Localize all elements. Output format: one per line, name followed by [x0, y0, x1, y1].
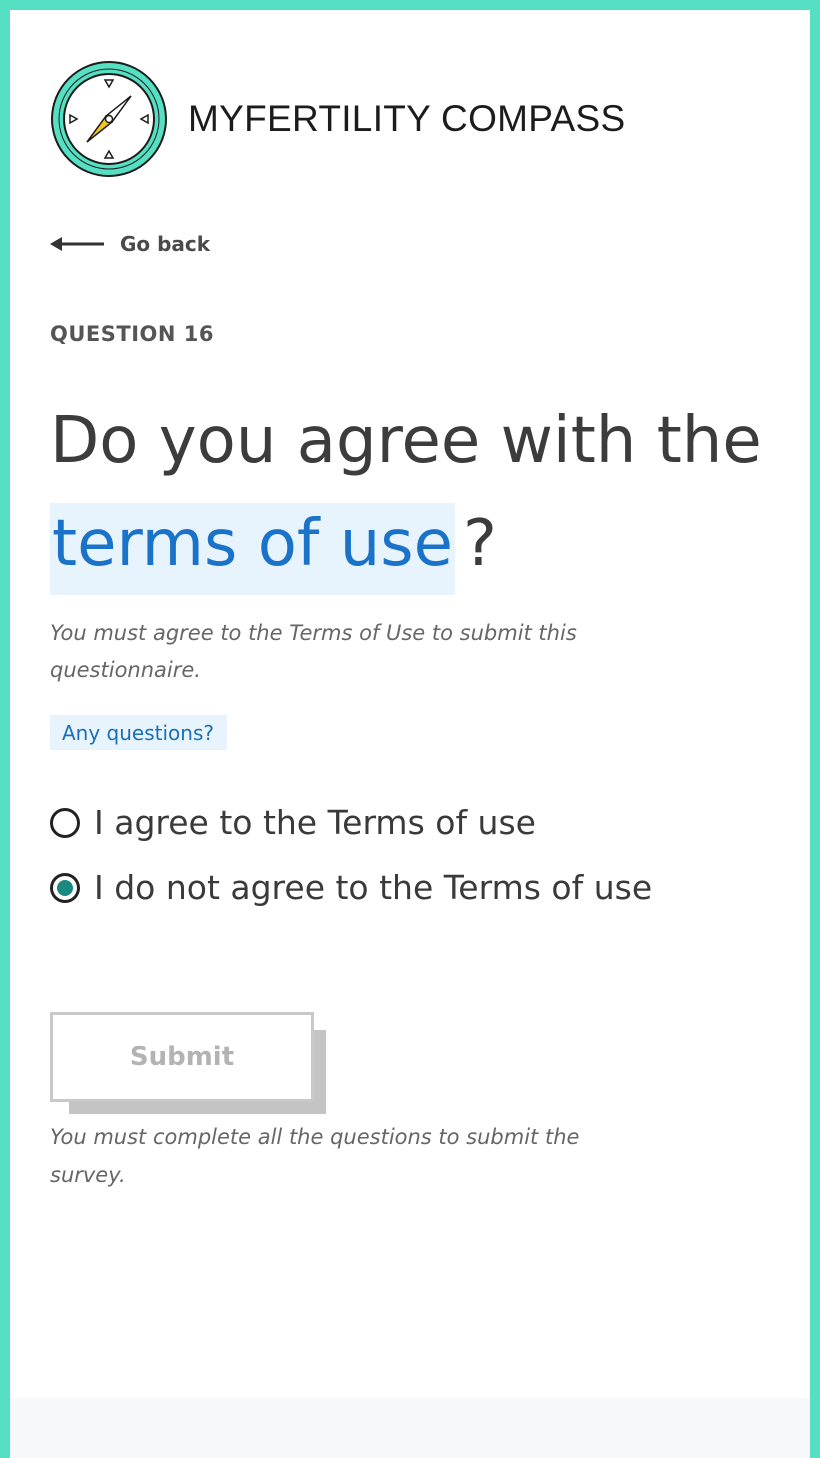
submit-button[interactable]: Submit	[50, 1012, 314, 1102]
radio-button-selected[interactable]	[50, 872, 80, 903]
option-disagree[interactable]: I do not agree to the Terms of use	[50, 868, 652, 907]
brand-header: MYFERTILITY COMPASS	[50, 60, 625, 178]
submit-requirement-note: You must complete all the questions to s…	[50, 1125, 580, 1187]
question-title-text: Do you agree with the	[50, 404, 762, 478]
option-agree[interactable]: I agree to the Terms of use	[50, 803, 536, 842]
radio-selected-dot	[57, 879, 73, 896]
go-back-label: Go back	[120, 232, 211, 256]
question-number: QUESTION 16	[50, 322, 214, 346]
arrow-left-icon	[50, 237, 104, 251]
footer-band	[10, 1398, 810, 1458]
page: MYFERTILITY COMPASS Go back QUESTION 16 …	[10, 10, 810, 1458]
brand-name: MYFERTILITY COMPASS	[188, 98, 626, 139]
terms-of-use-term[interactable]: terms of use	[50, 503, 455, 595]
question-title: Do you agree with the terms of use?	[50, 390, 780, 596]
option-label: I agree to the Terms of use	[94, 803, 536, 842]
question-mark: ?	[463, 507, 497, 581]
option-label: I do not agree to the Terms of use	[94, 868, 653, 907]
go-back-link[interactable]: Go back	[50, 232, 210, 256]
compass-icon	[51, 61, 167, 177]
question-helper-text: You must agree to the Terms of Use to su…	[50, 621, 577, 682]
any-questions-link[interactable]: Any questions?	[50, 715, 227, 750]
radio-button-unselected[interactable]	[50, 807, 80, 838]
